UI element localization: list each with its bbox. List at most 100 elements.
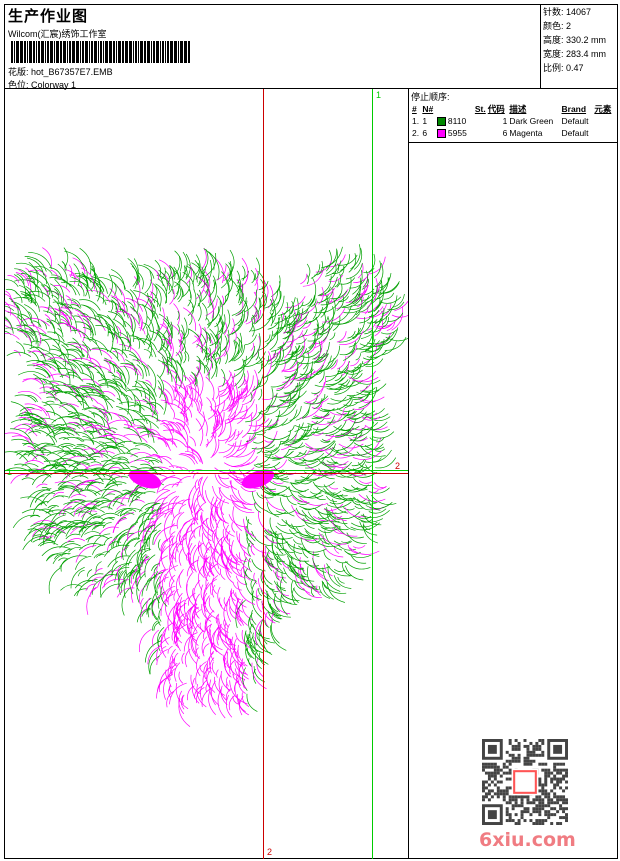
stitch-stroke	[21, 463, 39, 468]
qr-module	[514, 813, 518, 817]
qr-module	[523, 807, 527, 811]
stitch-stroke	[135, 387, 143, 397]
qr-module	[523, 744, 527, 748]
stitch-stroke	[310, 264, 321, 279]
qr-module	[520, 810, 524, 814]
stitch-stroke	[251, 490, 269, 512]
stitch-stroke	[70, 494, 87, 498]
barcode-bar	[180, 41, 183, 63]
stitch-stroke	[237, 373, 246, 389]
qr-module	[514, 798, 518, 802]
horizontal-guide-green	[5, 470, 408, 471]
qr-module	[514, 804, 518, 808]
production-sheet: 生产作业图 Wilcom(汇宸)绣饰工作室 花版: hot_B67357E7.E…	[0, 4, 618, 859]
qr-module	[482, 795, 485, 799]
qr-module	[526, 747, 530, 751]
stitch-stroke	[75, 445, 86, 448]
qr-module	[550, 789, 554, 793]
qr-module	[556, 810, 560, 814]
stitch-stroke	[194, 479, 198, 491]
qr-module	[508, 777, 512, 781]
qr-module	[514, 801, 518, 805]
stitch-stroke	[218, 487, 241, 503]
stitch-stroke	[342, 519, 356, 531]
stitch-stroke	[77, 569, 85, 577]
qr-module	[553, 774, 557, 778]
qr-module	[559, 822, 563, 825]
barcode-bar	[115, 41, 117, 63]
stitch-stroke	[218, 673, 227, 701]
qr-module	[547, 801, 551, 805]
stitch-stroke	[153, 513, 164, 532]
stitch-stroke	[231, 501, 255, 513]
stitch-stroke	[146, 316, 154, 341]
stitch-stroke	[262, 434, 290, 440]
qr-module	[496, 765, 500, 769]
qr-module	[505, 786, 509, 790]
stitch-stroke	[133, 442, 158, 454]
qr-module	[514, 756, 518, 760]
stitch-stroke	[300, 273, 308, 285]
barcode-bar	[128, 41, 132, 63]
qr-module	[532, 801, 536, 805]
qr-module	[482, 780, 485, 784]
stitch-stroke	[304, 561, 331, 570]
stitch-stroke	[175, 682, 189, 710]
qr-module	[538, 795, 542, 799]
stitch-stroke	[158, 539, 161, 551]
stitch-stroke	[270, 625, 287, 651]
stitch-stroke	[375, 457, 397, 469]
barcode-bar	[82, 41, 84, 63]
qr-module	[535, 747, 539, 751]
barcode-bar	[159, 41, 161, 63]
stitch-stroke	[45, 390, 56, 401]
qr-module	[526, 759, 530, 763]
qr-module	[505, 807, 509, 811]
qr-module	[505, 810, 509, 814]
stitch-stroke	[212, 546, 221, 576]
stitch-stroke	[313, 328, 329, 349]
qr-module	[538, 810, 542, 814]
stitch-stroke	[174, 250, 182, 272]
qr-module	[493, 792, 497, 796]
qr-module	[496, 786, 500, 790]
qr-module	[490, 789, 494, 793]
stitch-stroke	[12, 514, 39, 528]
stitch-stroke	[15, 262, 39, 274]
qr-module	[544, 792, 548, 796]
stitch-stroke	[170, 407, 175, 420]
barcode-bar	[140, 41, 143, 63]
stitch-stroke	[236, 430, 243, 436]
qr-module	[547, 798, 551, 802]
stitch-stroke	[266, 550, 273, 572]
stitch-stroke	[343, 550, 372, 558]
qr-module	[556, 798, 560, 802]
qr-module	[493, 765, 497, 769]
qr-module	[499, 792, 503, 796]
stitch-stroke	[86, 586, 98, 615]
qr-module	[526, 753, 530, 757]
qr-module	[559, 804, 563, 808]
barcode-bar	[47, 41, 49, 63]
qr-module	[556, 762, 560, 766]
qr-module	[493, 783, 497, 787]
barcode-bar	[71, 41, 75, 63]
stitch-stroke	[26, 364, 51, 377]
stitch-stroke	[92, 516, 105, 521]
qr-module	[544, 819, 548, 823]
qr-module	[502, 762, 506, 766]
qr-module	[541, 819, 545, 823]
stop-sequence: 停止顺序: # N# St. 代码 描述 Brand 元素 1. 1 8110 1 Dar…	[409, 89, 617, 143]
qr-module	[526, 756, 530, 760]
qr-module	[484, 795, 488, 799]
qr-module	[487, 771, 491, 775]
stitch-stroke	[95, 561, 102, 572]
qr-module	[544, 780, 548, 784]
qr-module	[505, 750, 509, 754]
qr-module	[487, 744, 497, 754]
stitch-stroke	[353, 545, 366, 549]
qr-module	[517, 747, 521, 751]
qr-module	[556, 777, 560, 781]
stitch-stroke	[350, 555, 367, 564]
stitch-stroke	[206, 397, 212, 412]
